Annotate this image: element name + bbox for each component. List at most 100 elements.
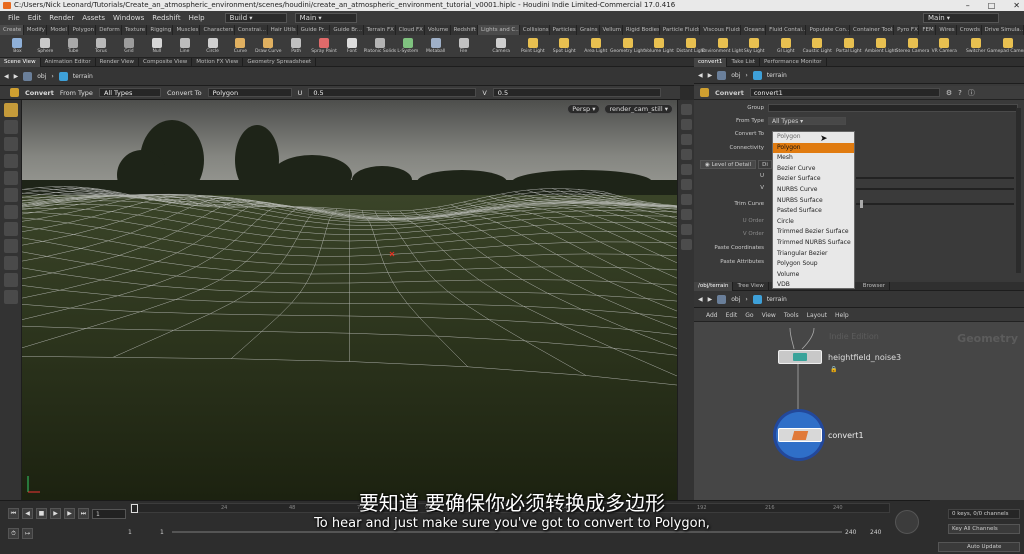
shelf-tab[interactable]: Guide Pr... bbox=[298, 25, 331, 35]
shelf-tool-button[interactable]: Spray Paint bbox=[311, 38, 338, 54]
shelf-tool-button[interactable]: Spot Light bbox=[549, 38, 580, 54]
pane-tab[interactable]: Performance Monitor bbox=[760, 57, 827, 67]
point-opt-icon[interactable] bbox=[681, 149, 692, 160]
shelf-tab[interactable]: Guide Br... bbox=[330, 25, 364, 35]
path-context[interactable]: obj bbox=[37, 73, 46, 80]
brush-tool-icon[interactable] bbox=[4, 290, 18, 304]
light-opt-icon[interactable] bbox=[681, 119, 692, 130]
view-tool-icon[interactable] bbox=[4, 205, 18, 219]
range-slider[interactable] bbox=[172, 531, 842, 533]
path-node[interactable]: terrain bbox=[767, 72, 787, 79]
shelf-tab[interactable]: Lights and C... bbox=[478, 25, 520, 35]
node-convert1[interactable]: convert1 bbox=[778, 428, 864, 442]
menu-redshift[interactable]: Redshift bbox=[152, 14, 180, 22]
dropdown-option[interactable]: Polygon Soup bbox=[773, 259, 854, 270]
shelf-tab[interactable]: Texture bbox=[122, 25, 148, 35]
shelf-tab[interactable]: Drive Simula... bbox=[982, 25, 1024, 35]
pane-tab[interactable]: Render View bbox=[96, 57, 140, 67]
lock-opt-icon[interactable] bbox=[681, 224, 692, 235]
menu-windows[interactable]: Windows bbox=[113, 14, 144, 22]
shelf-tab[interactable]: Populate Con... bbox=[806, 25, 851, 35]
shelf-tool-button[interactable]: Environment Light bbox=[702, 38, 743, 54]
shelf-tab[interactable]: Cloud FX bbox=[396, 25, 425, 35]
shelf-tab[interactable]: Model bbox=[47, 25, 70, 35]
display-opt-icon[interactable] bbox=[681, 104, 692, 115]
select-tool-icon[interactable] bbox=[4, 103, 18, 117]
shelf-tab[interactable]: Volume bbox=[425, 25, 451, 35]
from-type-select[interactable]: All Types ▾ bbox=[768, 117, 846, 125]
network-menu-item[interactable]: Add bbox=[706, 312, 718, 319]
shelf-tool-button[interactable]: Ambient Light bbox=[865, 38, 896, 54]
shelf-tool-button[interactable]: Null bbox=[143, 38, 170, 54]
pane-tab[interactable]: Take List bbox=[727, 57, 760, 67]
handle-tool-icon[interactable] bbox=[4, 171, 18, 185]
shelf-tool-button[interactable]: Sky Light bbox=[739, 38, 770, 54]
shelf-tab[interactable]: Wires bbox=[936, 25, 957, 35]
network-tab[interactable]: Tree View bbox=[733, 281, 769, 291]
shelf-tool-button[interactable]: Box bbox=[4, 38, 31, 54]
shelf-tool-button[interactable]: File bbox=[450, 38, 477, 54]
shelf-tool-button[interactable]: Draw Curve bbox=[255, 38, 282, 54]
build-desktop-dropdown[interactable]: Build ▾ bbox=[224, 13, 287, 23]
convert-to-dropdown-menu[interactable]: Polygon Polygon Mesh Bezier Curve Bezier Sur… bbox=[772, 131, 855, 289]
shelf-tab[interactable]: Container Tools bbox=[850, 25, 895, 35]
dropdown-option[interactable]: Polygon bbox=[773, 142, 854, 154]
path-context[interactable]: obj bbox=[731, 72, 740, 79]
dropdown-option[interactable]: Circle bbox=[773, 217, 854, 228]
shelf-tab[interactable]: Constrai... bbox=[235, 25, 268, 35]
dropdown-option[interactable]: Pasted Surface bbox=[773, 206, 854, 217]
net-path-context[interactable]: obj bbox=[731, 296, 740, 303]
forward-icon[interactable]: ▶ bbox=[708, 72, 713, 79]
shelf-tab[interactable]: Grains bbox=[577, 25, 600, 35]
3d-viewport[interactable]: Persp ▾ render_cam_still ▾ bbox=[22, 100, 677, 500]
shelf-tool-button[interactable]: Platonic Solids bbox=[364, 38, 396, 54]
tab-level-of-detail[interactable]: ◉ Level of Detail bbox=[700, 160, 757, 169]
menu-help[interactable]: Help bbox=[189, 14, 205, 22]
u-slider[interactable] bbox=[856, 177, 1014, 179]
shelf-tab[interactable]: Characters bbox=[200, 25, 235, 35]
persp-menu[interactable]: Persp ▾ bbox=[567, 104, 601, 114]
shelf-tool-button[interactable]: Area Light bbox=[581, 38, 612, 54]
shelf-tool-button[interactable]: L-System bbox=[394, 38, 421, 54]
auto-update-button[interactable]: Auto Update bbox=[938, 542, 1020, 552]
shelf-tool-button[interactable]: Metaball bbox=[422, 38, 449, 54]
shelf-tab[interactable]: Redshift bbox=[451, 25, 478, 35]
pane-tab[interactable]: Motion FX View bbox=[192, 57, 244, 67]
camera-menu[interactable]: render_cam_still ▾ bbox=[604, 104, 673, 114]
shelf-tool-button[interactable]: Torus bbox=[88, 38, 115, 54]
camera-opt-icon[interactable] bbox=[681, 209, 692, 220]
move-tool-icon[interactable] bbox=[4, 120, 18, 134]
shelf-tab[interactable]: Oceans bbox=[741, 25, 767, 35]
rotate-tool-icon[interactable] bbox=[4, 137, 18, 151]
shelf-tab[interactable]: Polygon bbox=[69, 25, 97, 35]
shelf-tab[interactable]: Rigid Bodies bbox=[623, 25, 660, 35]
dropdown-option[interactable]: Bezier Surface bbox=[773, 174, 854, 185]
op-u-field[interactable]: 0.5 bbox=[308, 88, 477, 97]
shelf-tab[interactable]: Viscous Fluids bbox=[700, 25, 742, 35]
shade-opt-icon[interactable] bbox=[681, 134, 692, 145]
shelf-tool-button[interactable]: Line bbox=[171, 38, 198, 54]
shelf-tool-button[interactable]: Point Light bbox=[518, 38, 549, 54]
shelf-tool-button[interactable]: Path bbox=[283, 38, 310, 54]
pane-tab[interactable]: Scene View bbox=[0, 57, 41, 67]
menu-render[interactable]: Render bbox=[49, 14, 74, 22]
shelf-tool-button[interactable]: Sphere bbox=[32, 38, 59, 54]
shelf-tab[interactable]: Rigging bbox=[147, 25, 174, 35]
shelf-tool-button[interactable]: GI Light bbox=[771, 38, 802, 54]
shelf-tool-button[interactable]: Font bbox=[339, 38, 366, 54]
shelf-tool-button[interactable]: Volume Light bbox=[644, 38, 675, 54]
op-v-field[interactable]: 0.5 bbox=[492, 88, 661, 97]
param-node-name-field[interactable]: convert1 bbox=[749, 88, 940, 97]
back-icon[interactable]: ◀ bbox=[698, 72, 703, 79]
scale-tool-icon[interactable] bbox=[4, 154, 18, 168]
info-icon[interactable]: ⓘ bbox=[968, 88, 975, 98]
menu-edit[interactable]: Edit bbox=[28, 14, 42, 22]
normal-opt-icon[interactable] bbox=[681, 164, 692, 175]
network-menu-item[interactable]: Layout bbox=[807, 312, 827, 319]
dropdown-option[interactable]: VDB bbox=[773, 280, 854, 291]
group-field[interactable] bbox=[768, 104, 1018, 112]
network-menu-item[interactable]: Edit bbox=[726, 312, 738, 319]
shelf-tab[interactable]: Particle Fluids bbox=[660, 25, 701, 35]
path-node[interactable]: terrain bbox=[73, 73, 93, 80]
ghost-opt-icon[interactable] bbox=[681, 179, 692, 190]
